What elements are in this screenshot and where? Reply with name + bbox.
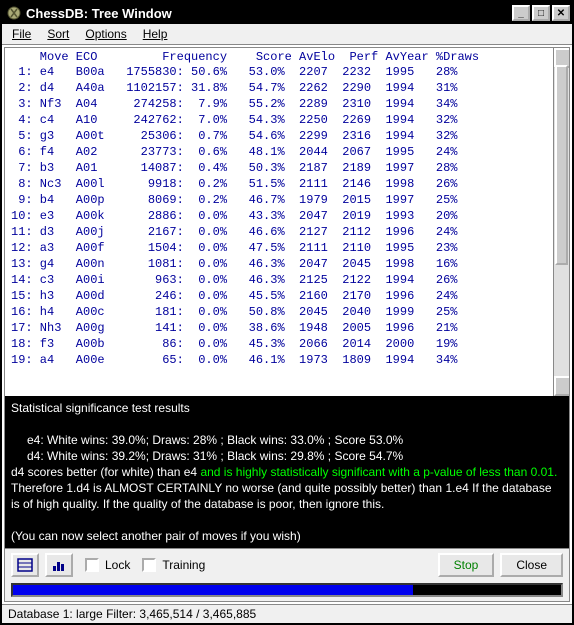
vertical-scrollbar[interactable] bbox=[553, 48, 569, 396]
table-row[interactable]: 12: a3 A00f 1504: 0.0% 47.5% 2111 2110 1… bbox=[11, 240, 551, 256]
tree-table[interactable]: Move ECO Frequency Score AvElo Perf AvYe… bbox=[5, 48, 553, 396]
close-panel-button[interactable]: Close bbox=[500, 553, 563, 577]
progress-bar bbox=[11, 583, 563, 597]
menu-options[interactable]: Options bbox=[85, 27, 126, 41]
table-row[interactable]: 3: Nf3 A04 274258: 7.9% 55.2% 2289 2310 … bbox=[11, 96, 551, 112]
table-row[interactable]: 1: e4 B00a 1755830: 50.6% 53.0% 2207 223… bbox=[11, 64, 551, 80]
table-row[interactable]: 5: g3 A00t 25306: 0.7% 54.6% 2299 2316 1… bbox=[11, 128, 551, 144]
table-row[interactable]: 7: b3 A01 14087: 0.4% 50.3% 2187 2189 19… bbox=[11, 160, 551, 176]
app-icon bbox=[6, 5, 22, 21]
progress-area bbox=[5, 581, 569, 601]
table-row[interactable]: 8: Nc3 A00l 9918: 0.2% 51.5% 2111 2146 1… bbox=[11, 176, 551, 192]
stats-line-e4: e4: White wins: 39.0%; Draws: 28% ; Blac… bbox=[11, 432, 563, 448]
table-row[interactable]: 14: c3 A00i 963: 0.0% 46.3% 2125 2122 19… bbox=[11, 272, 551, 288]
stats-heading: Statistical significance test results bbox=[11, 400, 563, 416]
table-row[interactable]: 4: c4 A10 242762: 7.0% 54.3% 2250 2269 1… bbox=[11, 112, 551, 128]
stats-pane: Statistical significance test results e4… bbox=[5, 396, 569, 548]
titlebar: ChessDB: Tree Window _ □ ✕ bbox=[2, 2, 572, 24]
stop-button[interactable]: Stop bbox=[438, 553, 495, 577]
table-row[interactable]: 18: f3 A00b 86: 0.0% 45.3% 2066 2014 200… bbox=[11, 336, 551, 352]
lock-checkbox[interactable] bbox=[85, 558, 99, 572]
table-row[interactable]: 10: e3 A00k 2886: 0.0% 43.3% 2047 2019 1… bbox=[11, 208, 551, 224]
list-icon bbox=[17, 558, 33, 572]
window-title: ChessDB: Tree Window bbox=[26, 6, 512, 21]
lock-label: Lock bbox=[105, 558, 130, 572]
table-row[interactable]: 15: h3 A00d 246: 0.0% 45.5% 2160 2170 19… bbox=[11, 288, 551, 304]
table-row[interactable]: 19: a4 A00e 65: 0.0% 46.1% 1973 1809 199… bbox=[11, 352, 551, 368]
table-row[interactable]: 2: d4 A40a 1102157: 31.8% 54.7% 2262 229… bbox=[11, 80, 551, 96]
list-view-button[interactable] bbox=[11, 553, 39, 577]
tree-pane: Move ECO Frequency Score AvElo Perf AvYe… bbox=[5, 48, 569, 396]
scrollbar-thumb[interactable] bbox=[555, 65, 568, 265]
stats-conclusion: Therefore 1.d4 is ALMOST CERTAINLY no wo… bbox=[11, 480, 563, 512]
stats-hint: (You can now select another pair of move… bbox=[11, 528, 563, 544]
toolbar: Lock Training Stop Close bbox=[5, 548, 569, 581]
table-row[interactable]: 16: h4 A00c 181: 0.0% 50.8% 2045 2040 19… bbox=[11, 304, 551, 320]
maximize-button[interactable]: □ bbox=[532, 5, 550, 21]
stats-significance: d4 scores better (for white) than e4 and… bbox=[11, 464, 563, 480]
table-row[interactable]: 11: d3 A00j 2167: 0.0% 46.6% 2127 2112 1… bbox=[11, 224, 551, 240]
graph-view-button[interactable] bbox=[45, 553, 73, 577]
minimize-button[interactable]: _ bbox=[512, 5, 530, 21]
statusbar: Database 1: large Filter: 3,465,514 / 3,… bbox=[2, 604, 572, 623]
content-area: Move ECO Frequency Score AvElo Perf AvYe… bbox=[4, 47, 570, 602]
stats-line-d4: d4: White wins: 39.2%; Draws: 31% ; Blac… bbox=[11, 448, 563, 464]
menu-sort[interactable]: Sort bbox=[47, 27, 69, 41]
menubar: File Sort Options Help bbox=[2, 24, 572, 45]
menu-file[interactable]: File bbox=[12, 27, 31, 41]
table-row[interactable]: 17: Nh3 A00g 141: 0.0% 38.6% 1948 2005 1… bbox=[11, 320, 551, 336]
table-row[interactable]: 6: f4 A02 23773: 0.6% 48.1% 2044 2067 19… bbox=[11, 144, 551, 160]
training-checkbox[interactable] bbox=[142, 558, 156, 572]
bar-chart-icon bbox=[51, 558, 67, 572]
progress-fill bbox=[13, 585, 413, 595]
training-label: Training bbox=[162, 558, 205, 572]
column-headers: Move ECO Frequency Score AvElo Perf AvYe… bbox=[11, 50, 551, 64]
menu-help[interactable]: Help bbox=[143, 27, 168, 41]
table-row[interactable]: 9: b4 A00p 8069: 0.2% 46.7% 1979 2015 19… bbox=[11, 192, 551, 208]
close-button[interactable]: ✕ bbox=[552, 5, 570, 21]
table-row[interactable]: 13: g4 A00n 1081: 0.0% 46.3% 2047 2045 1… bbox=[11, 256, 551, 272]
